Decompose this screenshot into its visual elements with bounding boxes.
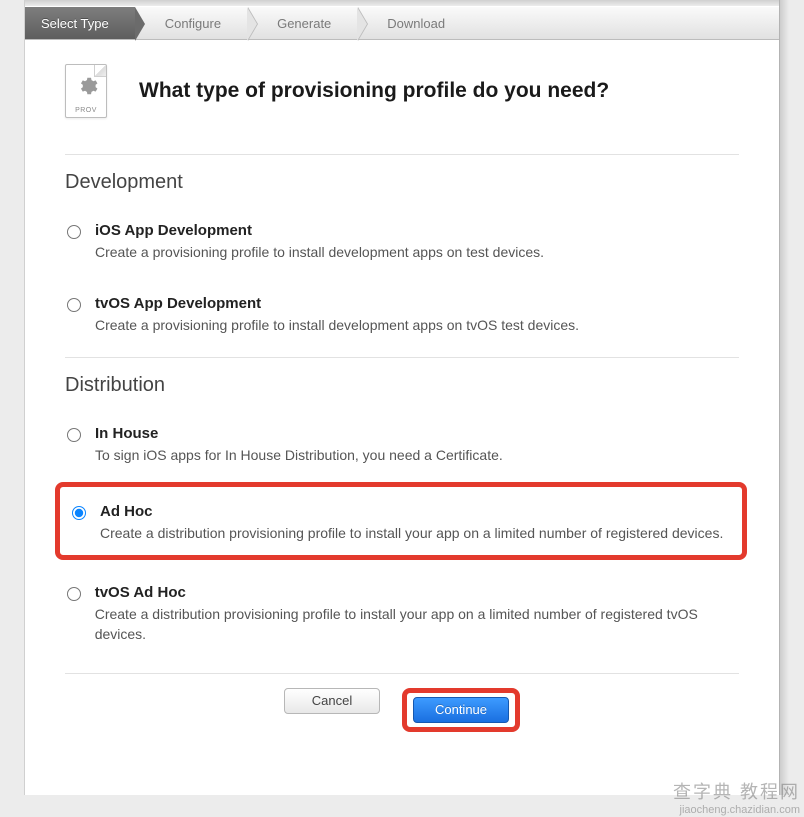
right-drop-shadow [779,0,789,795]
breadcrumb-step-configure[interactable]: Configure [135,7,247,39]
section-title-distribution: Distribution [65,357,739,415]
continue-button[interactable]: Continue [413,697,509,723]
option-label: tvOS Ad Hoc [95,584,739,601]
breadcrumb-step-label: Configure [165,16,221,31]
highlight-continue: Continue [402,688,520,732]
option-ios-app-development[interactable]: iOS App Development Create a provisionin… [65,212,739,285]
gear-icon [76,75,98,97]
page-container: Select Type Configure Generate Download … [24,0,780,795]
provisioning-profile-icon: PROV [65,64,115,118]
option-ad-hoc[interactable]: Ad Hoc Create a distribution provisionin… [70,493,734,548]
breadcrumb-step-generate[interactable]: Generate [247,7,357,39]
provisioning-profile-icon-label: PROV [66,107,106,114]
section-title-development: Development [65,154,739,212]
option-desc: Create a provisioning profile to install… [95,316,579,336]
option-desc: Create a provisioning profile to install… [95,243,544,263]
option-desc: Create a distribution provisioning profi… [100,524,723,544]
highlight-ad-hoc: Ad Hoc Create a distribution provisionin… [55,482,747,561]
page-heading-row: PROV What type of provisioning profile d… [65,64,739,154]
option-in-house[interactable]: In House To sign iOS apps for In House D… [65,415,739,488]
option-label: In House [95,425,503,442]
breadcrumb-step-label: Download [387,16,445,31]
radio-ios-app-development[interactable] [67,225,81,239]
radio-tvos-ad-hoc[interactable] [67,587,81,601]
option-tvos-ad-hoc[interactable]: tvOS Ad Hoc Create a distribution provis… [65,574,739,666]
option-desc: Create a distribution provisioning profi… [95,605,739,644]
breadcrumb-step-label: Select Type [41,16,109,31]
option-desc: To sign iOS apps for In House Distributi… [95,446,503,466]
radio-in-house[interactable] [67,428,81,442]
watermark-line2: jiaocheng.chazidian.com [673,804,800,817]
page-title: What type of provisioning profile do you… [139,79,609,103]
option-label: Ad Hoc [100,503,723,520]
option-label: tvOS App Development [95,295,579,312]
option-tvos-app-development[interactable]: tvOS App Development Create a provisioni… [65,285,739,358]
option-label: iOS App Development [95,222,544,239]
footer-divider [65,673,739,674]
content-area: PROV What type of provisioning profile d… [25,40,779,752]
radio-tvos-app-development[interactable] [67,298,81,312]
breadcrumb-step-select-type[interactable]: Select Type [25,7,135,39]
breadcrumb-step-label: Generate [277,16,331,31]
radio-ad-hoc[interactable] [72,506,86,520]
breadcrumb-step-download[interactable]: Download [357,7,471,39]
breadcrumb: Select Type Configure Generate Download [25,6,779,40]
cancel-button[interactable]: Cancel [284,688,380,714]
footer-buttons: Cancel Continue [65,688,739,752]
